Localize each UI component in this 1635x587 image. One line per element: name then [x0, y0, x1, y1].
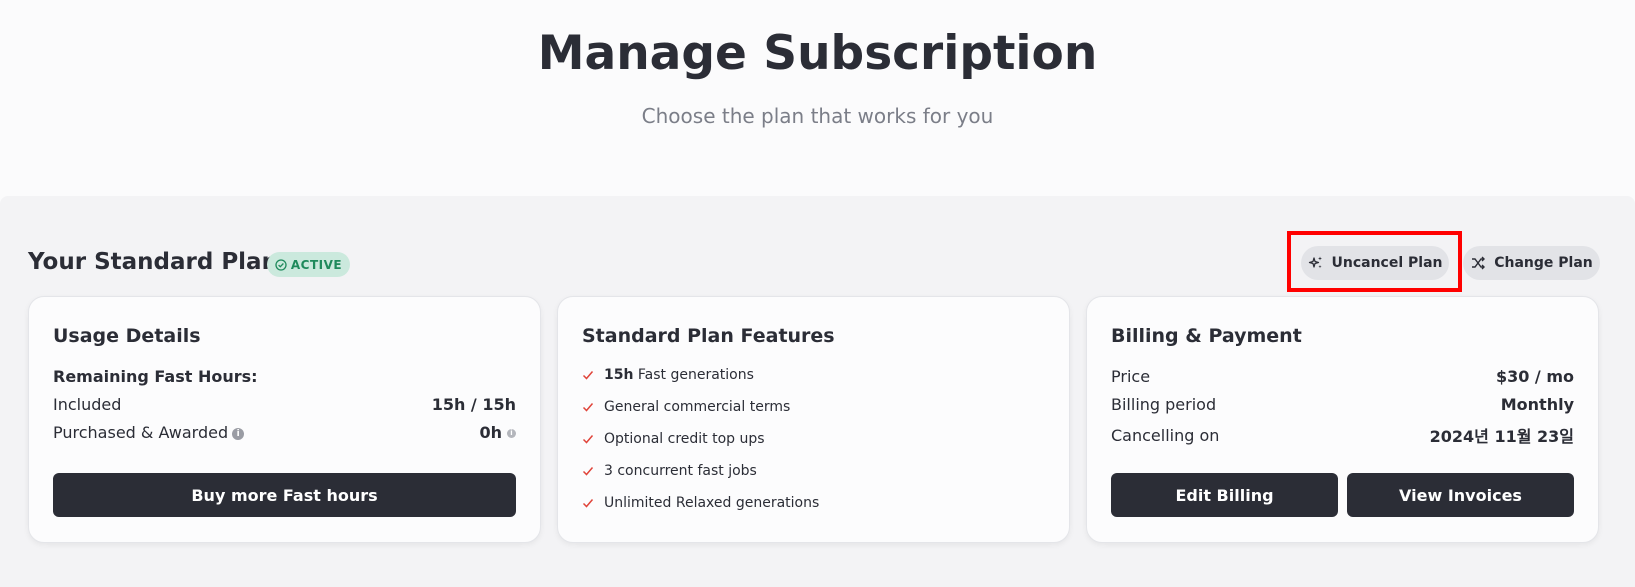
billing-payment-title: Billing & Payment [1111, 325, 1302, 347]
check-icon [582, 371, 594, 380]
feature-item: Optional credit top ups [582, 431, 765, 447]
page-header: Manage Subscription Choose the plan that… [0, 0, 1635, 196]
check-icon [582, 467, 594, 476]
check-icon [582, 435, 594, 444]
buy-fast-hours-button[interactable]: Buy more Fast hours [53, 473, 516, 517]
page-title: Manage Subscription [537, 26, 1098, 81]
included-value: 15h / 15h [431, 395, 516, 414]
feature-text: General commercial terms [604, 399, 791, 415]
change-plan-button[interactable]: Change Plan [1463, 246, 1600, 280]
purchased-label-wrap: Purchased & Awarded i [53, 423, 245, 442]
remaining-fast-hours-label: Remaining Fast Hours: [53, 367, 258, 386]
uncancel-plan-label: Uncancel Plan [1331, 255, 1443, 271]
feature-item: 15h Fast generations [582, 367, 754, 383]
price-value: $30 / mo [1495, 367, 1574, 386]
price-row: Price $30 / mo [1111, 367, 1574, 386]
feature-item: General commercial terms [582, 399, 790, 415]
info-icon[interactable]: i [232, 427, 245, 440]
change-plan-label: Change Plan [1494, 255, 1593, 271]
billing-period-label: Billing period [1111, 395, 1217, 414]
plan-section: Your Standard Plan ACTIVE Uncancel Plan … [0, 196, 1635, 587]
page-subtitle: Choose the plan that works for you [641, 104, 994, 128]
purchased-label: Purchased & Awarded [53, 423, 229, 442]
feature-item: 3 concurrent fast jobs [582, 463, 757, 479]
included-label: Included [53, 395, 122, 414]
purchased-value-wrap: 0h i [479, 423, 516, 442]
purchased-row: Purchased & Awarded i 0h i [53, 423, 516, 442]
feature-text: 15h Fast generations [604, 367, 754, 383]
usage-details-card: Usage Details Remaining Fast Hours: Incl… [28, 296, 541, 543]
usage-details-title: Usage Details [53, 325, 201, 347]
view-invoices-button[interactable]: View Invoices [1347, 473, 1574, 517]
plan-title: Your Standard Plan [28, 249, 278, 275]
price-label: Price [1111, 367, 1151, 386]
feature-text: Optional credit top ups [604, 431, 765, 447]
check-icon [582, 499, 594, 508]
cancelling-on-label: Cancelling on [1111, 425, 1220, 445]
check-icon [582, 403, 594, 412]
plan-features-card: Standard Plan Features 15h Fast generati… [557, 296, 1070, 543]
included-row: Included 15h / 15h [53, 395, 516, 414]
cancelling-on-row: Cancelling on 2024년 11월 23일 [1111, 423, 1574, 447]
feature-text: Unlimited Relaxed generations [604, 495, 820, 511]
status-badge-label: ACTIVE [290, 257, 343, 272]
billing-period-value: Monthly [1500, 395, 1574, 414]
remaining-fast-hours-heading: Remaining Fast Hours: [53, 367, 516, 386]
billing-payment-card: Billing & Payment Price $30 / mo Billing… [1086, 296, 1599, 543]
feature-text: 3 concurrent fast jobs [604, 463, 757, 479]
info-icon[interactable]: i [507, 429, 516, 438]
plan-features-title: Standard Plan Features [582, 325, 835, 347]
check-circle-icon [275, 258, 287, 271]
feature-item: Unlimited Relaxed generations [582, 495, 819, 511]
uncancel-plan-button[interactable]: Uncancel Plan [1301, 246, 1449, 280]
edit-billing-button[interactable]: Edit Billing [1111, 473, 1338, 517]
billing-period-row: Billing period Monthly [1111, 395, 1574, 414]
cancelling-on-value: 2024년 11월 23일 [1429, 427, 1574, 446]
sparkles-icon [1308, 256, 1322, 269]
shuffle-icon [1472, 256, 1486, 270]
status-badge: ACTIVE [267, 252, 350, 277]
purchased-value: 0h [479, 423, 502, 442]
